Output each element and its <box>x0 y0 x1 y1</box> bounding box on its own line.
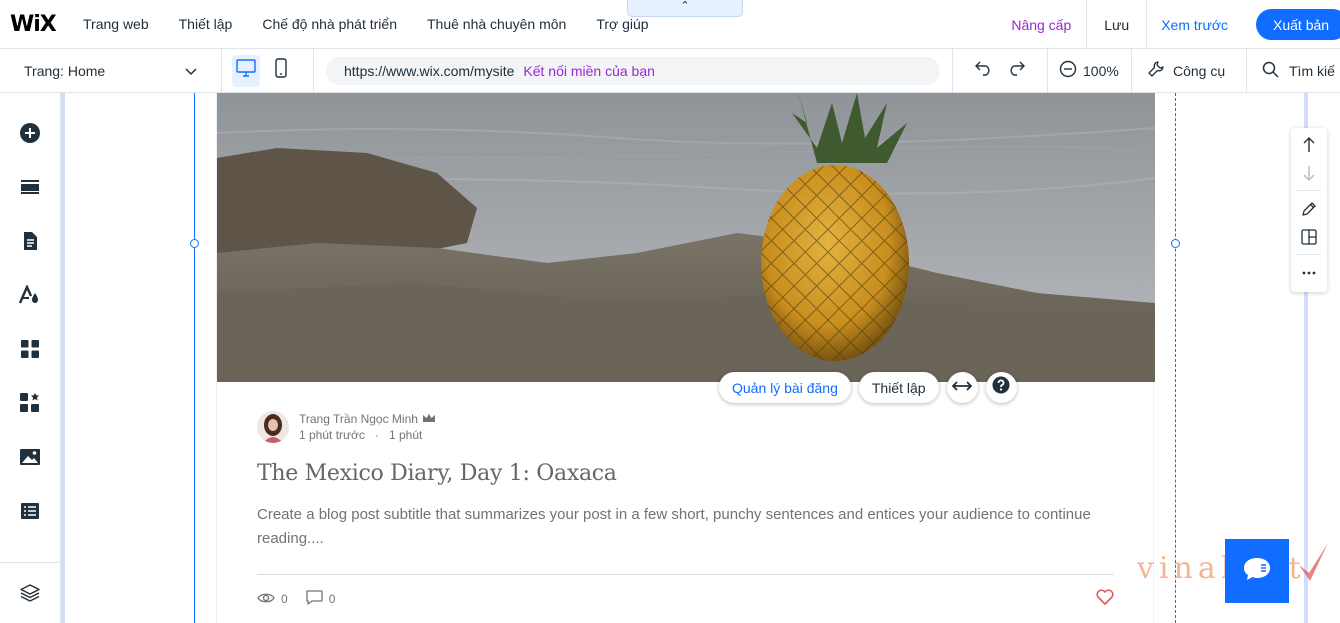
resize-handle-left[interactable] <box>190 239 199 248</box>
wix-logo[interactable]: WiX <box>0 12 72 37</box>
post-footer-divider <box>257 574 1114 575</box>
resize-handle-right[interactable] <box>1171 239 1180 248</box>
top-right-actions: Nâng cấp Lưu Xem trước Xuất bản <box>996 0 1340 49</box>
like-button[interactable] <box>1096 589 1114 610</box>
selection-guide-right <box>1175 93 1176 623</box>
search-button[interactable]: Tìm kiế <box>1247 49 1335 93</box>
business-apps-icon[interactable] <box>18 391 42 415</box>
search-label: Tìm kiế <box>1289 62 1335 79</box>
divider <box>1297 254 1321 255</box>
mobile-icon <box>275 58 287 83</box>
add-elements-icon[interactable] <box>18 121 42 145</box>
post-title[interactable]: The Mexico Diary, Day 1: Oaxaca <box>257 461 617 486</box>
undo-redo-group <box>952 48 1048 93</box>
arrow-up-icon[interactable] <box>1300 136 1318 154</box>
element-action-bar: Quản lý bài đăng Thiết lập <box>719 372 1017 403</box>
collapse-topbar-button[interactable]: ⌃ <box>627 0 743 17</box>
tools-button[interactable]: Công cụ <box>1132 48 1247 93</box>
views-count: 0 <box>281 592 288 606</box>
crown-icon <box>422 412 436 426</box>
stretch-icon <box>951 379 973 397</box>
design-icon[interactable] <box>18 283 42 307</box>
zoom-control[interactable]: 100% <box>1048 48 1132 93</box>
wrench-icon <box>1147 60 1165 81</box>
publish-button[interactable]: Xuất bản <box>1256 9 1340 40</box>
author-name-text: Trang Trần Ngọc Minh <box>299 412 418 426</box>
settings-button[interactable]: Thiết lập <box>858 372 939 403</box>
layers-icon[interactable] <box>18 581 42 605</box>
stretch-button[interactable] <box>946 372 978 403</box>
chat-bubble-icon <box>1242 556 1272 587</box>
post-read-time: 1 phút <box>388 428 423 442</box>
zoom-out-icon <box>1059 60 1077 81</box>
chevron-up-icon: ⌃ <box>680 0 690 12</box>
desktop-icon <box>236 59 256 82</box>
help-button[interactable] <box>985 372 1017 403</box>
eye-icon <box>257 592 275 607</box>
tools-label: Công cụ <box>1173 62 1226 79</box>
media-icon[interactable] <box>18 445 42 469</box>
post-time: 1 phút trước <box>299 428 365 442</box>
desktop-view-button[interactable] <box>232 54 260 87</box>
post-meta: 1 phút trước · 1 phút <box>299 428 436 442</box>
arrow-down-icon[interactable] <box>1300 164 1318 182</box>
top-nav: Trang web Thiết lập Chế độ nhà phát triể… <box>83 16 679 32</box>
comments-stat[interactable]: 0 <box>306 590 336 608</box>
left-sidebar <box>0 93 61 623</box>
selection-guide-left <box>194 93 195 623</box>
views-stat: 0 <box>257 592 288 607</box>
nav-site[interactable]: Trang web <box>83 16 149 32</box>
top-bar: WiX Trang web Thiết lập Chế độ nhà phát … <box>0 0 1340 49</box>
editor-toolbar: Trang: Home https://www.wix.com/mysite K… <box>0 48 1340 93</box>
comment-icon <box>306 590 323 608</box>
cms-icon[interactable] <box>18 499 42 523</box>
post-cover-image[interactable] <box>217 93 1155 382</box>
undo-icon[interactable] <box>975 60 993 81</box>
page-selector-label: Trang: Home <box>24 62 106 79</box>
author-avatar[interactable] <box>257 411 289 443</box>
connect-domain-link[interactable]: Kết nối miền của bạn <box>523 63 655 79</box>
page-selector[interactable]: Trang: Home <box>0 48 222 93</box>
sidebar-divider <box>0 562 60 563</box>
nav-hire-pro[interactable]: Thuê nhà chuyên môn <box>427 16 566 32</box>
element-quick-toolbar <box>1291 128 1327 292</box>
heart-icon <box>1096 589 1114 609</box>
author-meta: Trang Trần Ngọc Minh 1 phút trước · 1 ph… <box>299 412 436 442</box>
nav-dev-mode[interactable]: Chế độ nhà phát triển <box>262 16 397 32</box>
chevron-down-icon <box>185 63 197 79</box>
help-icon <box>992 376 1010 399</box>
nav-help[interactable]: Trợ giúp <box>596 16 648 32</box>
post-author-row: Trang Trần Ngọc Minh 1 phút trước · 1 ph… <box>257 411 436 443</box>
author-name[interactable]: Trang Trần Ngọc Minh <box>299 412 436 426</box>
nav-settings[interactable]: Thiết lập <box>179 16 233 32</box>
chat-button[interactable] <box>1225 539 1289 603</box>
comments-count: 0 <box>328 592 336 606</box>
post-excerpt: Create a blog post subtitle that summari… <box>257 506 1091 547</box>
redo-icon[interactable] <box>1007 60 1025 81</box>
editor-canvas[interactable]: Quản lý bài đăng Thiết lập Trang Trần Ng… <box>61 93 1340 623</box>
layout-icon[interactable] <box>1300 228 1318 246</box>
apps-icon[interactable] <box>18 337 42 361</box>
preview-button[interactable]: Xem trước <box>1147 17 1240 33</box>
device-switcher <box>222 48 314 93</box>
blog-post-card[interactable]: Quản lý bài đăng Thiết lập Trang Trần Ng… <box>216 93 1155 623</box>
upgrade-link[interactable]: Nâng cấp <box>996 17 1086 33</box>
more-icon[interactable] <box>1300 264 1318 282</box>
canvas-left-rail <box>61 93 65 623</box>
meta-dot: · <box>368 428 386 442</box>
add-section-icon[interactable] <box>18 175 42 199</box>
zoom-level: 100% <box>1083 62 1119 79</box>
mobile-view-button[interactable] <box>268 55 296 87</box>
pages-icon[interactable] <box>18 229 42 253</box>
checkmark-icon <box>1296 541 1330 588</box>
site-url-bar[interactable]: https://www.wix.com/mysite Kết nối miền … <box>326 56 940 85</box>
post-stats: 0 0 <box>257 590 353 608</box>
site-url: https://www.wix.com/mysite <box>344 62 515 79</box>
divider <box>1297 190 1321 191</box>
save-button[interactable]: Lưu <box>1087 17 1146 33</box>
manage-posts-button[interactable]: Quản lý bài đăng <box>719 372 851 403</box>
search-icon <box>1262 61 1279 81</box>
pencil-icon[interactable] <box>1300 200 1318 218</box>
